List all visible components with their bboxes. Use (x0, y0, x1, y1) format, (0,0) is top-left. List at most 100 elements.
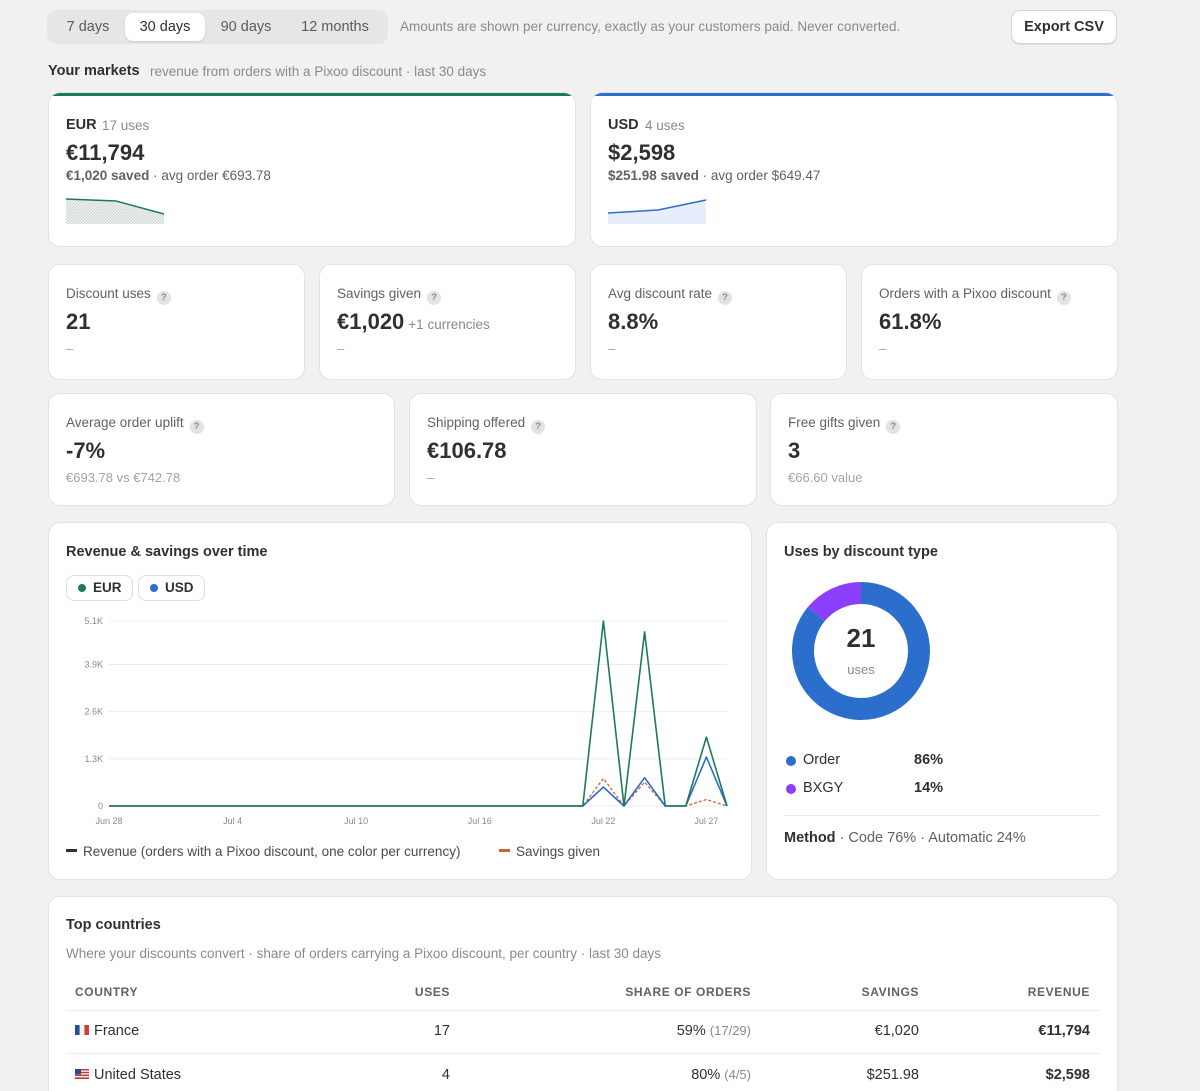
kpi-avg-discount-rate: Avg discount rate? 8.8% – (590, 264, 847, 380)
help-icon[interactable]: ? (1056, 291, 1071, 305)
us-flag-icon (75, 1069, 89, 1079)
col-header-uses[interactable]: USES (415, 985, 450, 999)
footer-legend-label: Revenue (orders with a Pixoo discount, o… (83, 844, 461, 859)
footer-legend-revenue: Revenue (orders with a Pixoo discount, o… (66, 844, 460, 859)
kpi-sub: – (608, 341, 616, 356)
kpi-value: 3 (788, 438, 801, 463)
divider (66, 1010, 1100, 1011)
method-label: Method (784, 830, 836, 846)
currency-note: Amounts are shown per currency, exactly … (400, 19, 901, 34)
col-header-revenue[interactable]: REVENUE (1028, 985, 1090, 999)
range-tab-30-days[interactable]: 30 days (125, 13, 205, 41)
countries-title: Top countries (66, 917, 161, 933)
share-value: 80% (691, 1067, 721, 1083)
col-header-country[interactable]: COUNTRY (75, 985, 138, 999)
date-range-segmented-control: 7 days 30 days 90 days 12 months (47, 10, 388, 44)
y-tick-label: 2.6K (84, 707, 103, 717)
market-total: €11,794 (66, 140, 145, 165)
donut-legend-pct: 14% (914, 780, 944, 796)
revenue-chart-card: Revenue & savings over time EUR USD 0 1.3… (48, 522, 752, 880)
market-detail: $251.98 saved · avg order $649.47 (608, 168, 820, 183)
market-detail: €1,020 saved · avg order €693.78 (66, 168, 271, 183)
export-csv-button[interactable]: Export CSV (1011, 10, 1117, 44)
country-name: France (94, 1023, 140, 1039)
method-breakdown: Method · Code 76% · Automatic 24% (784, 830, 1026, 846)
kpi-sub: – (879, 341, 887, 356)
bxgy-dot-icon (786, 784, 796, 794)
kpi-value: 21 (66, 309, 91, 334)
kpi-value: 8.8% (608, 309, 659, 334)
france-flag-icon (75, 1025, 89, 1035)
market-saved: €1,020 saved (66, 168, 150, 183)
help-icon[interactable]: ? (427, 291, 442, 305)
share-detail: (4/5) (724, 1067, 751, 1082)
country-cell: United States (75, 1067, 181, 1083)
kpi-sub: – (66, 341, 74, 356)
kpi-value: 61.8% (879, 309, 942, 334)
help-icon[interactable]: ? (189, 420, 204, 434)
uses-cell: 17 (433, 1023, 450, 1039)
kpi-orders-with-discount: Orders with a Pixoo discount? 61.8% – (861, 264, 1118, 380)
y-tick-label: 5.1K (84, 616, 103, 626)
savings-cell: €1,020 (874, 1023, 919, 1039)
col-header-savings[interactable]: SAVINGS (862, 985, 919, 999)
share-cell: 59% (17/29) (677, 1023, 751, 1039)
help-icon[interactable]: ? (718, 291, 733, 305)
kpi-savings-given: Savings given? €1,020 +1 currencies – (319, 264, 576, 380)
donut-slice-bxgy (807, 582, 862, 622)
revenue-line-marker-icon (66, 849, 77, 852)
footer-legend-label: Savings given (516, 844, 601, 859)
uses-by-type-card: Uses by discount type 21 uses Order 86% … (766, 522, 1118, 880)
method-text: · Code 76% · Automatic 24% (839, 830, 1026, 846)
divider (784, 815, 1100, 816)
kpi-discount-uses: Discount uses? 21 – (48, 264, 305, 380)
x-tick-label: Jul 27 (694, 816, 718, 826)
countries-subtitle: Where your discounts convert · share of … (66, 946, 662, 961)
divider (66, 1053, 1100, 1054)
market-currency: EUR (66, 117, 97, 133)
range-tab-12-months[interactable]: 12 months (287, 13, 383, 41)
uses-cell: 4 (441, 1067, 450, 1083)
kpi-sub: €693.78 vs €742.78 (66, 470, 181, 485)
footer-legend-savings: Savings given (499, 844, 600, 859)
range-tab-90-days[interactable]: 90 days (207, 13, 285, 41)
help-icon[interactable]: ? (156, 291, 171, 305)
kpi-sub: €66.60 value (788, 470, 863, 485)
kpi-value: €106.78 (427, 438, 507, 463)
share-cell: 80% (4/5) (691, 1067, 751, 1083)
kpi-label: Average order uplift (66, 415, 184, 430)
donut-total: 21 (846, 623, 876, 653)
x-tick-label: Jul 4 (223, 816, 242, 826)
range-tab-7-days[interactable]: 7 days (51, 13, 125, 41)
market-sparkline (608, 199, 707, 224)
x-tick-label: Jun 28 (95, 816, 122, 826)
kpi-value: -7% (66, 438, 106, 463)
kpi-average-order-uplift: Average order uplift? -7% €693.78 vs €74… (48, 393, 395, 506)
market-avg-order: · avg order €693.78 (153, 168, 271, 183)
kpi-sub: – (427, 470, 435, 485)
y-tick-label: 1.3K (84, 754, 103, 764)
market-accent-bar (591, 93, 1117, 96)
market-card-eur: EUR 17 uses €11,794 €1,020 saved · avg o… (48, 92, 576, 247)
help-icon[interactable]: ? (886, 420, 901, 434)
share-detail: (17/29) (709, 1023, 751, 1038)
donut-legend-name: Order (803, 752, 841, 768)
kpi-free-gifts: Free gifts given? 3 €66.60 value (770, 393, 1118, 506)
market-currency: USD (608, 117, 639, 133)
kpi-sub: – (337, 341, 345, 356)
revenue-line-chart: 0 1.3K 2.6K 3.9K 5.1K Jun 28 Jul 4 Jul 10 Jul 16… (84, 616, 728, 826)
donut-legend-name: BXGY (803, 780, 844, 796)
market-uses: 4 uses (645, 118, 685, 133)
help-icon[interactable]: ? (531, 420, 546, 434)
series-line-usd (109, 756, 728, 807)
kpi-label: Discount uses (66, 286, 151, 301)
y-tick-label: 0 (98, 801, 103, 811)
kpi-label: Shipping offered (427, 415, 526, 430)
kpi-label: Avg discount rate (608, 286, 713, 301)
kpi-label: Savings given (337, 286, 422, 301)
col-header-share[interactable]: SHARE OF ORDERS (625, 985, 751, 999)
savings-line-marker-icon (499, 849, 510, 852)
donut-legend-pct: 86% (914, 752, 944, 768)
kpi-label: Free gifts given (788, 415, 881, 430)
savings-cell: $251.98 (866, 1067, 919, 1083)
